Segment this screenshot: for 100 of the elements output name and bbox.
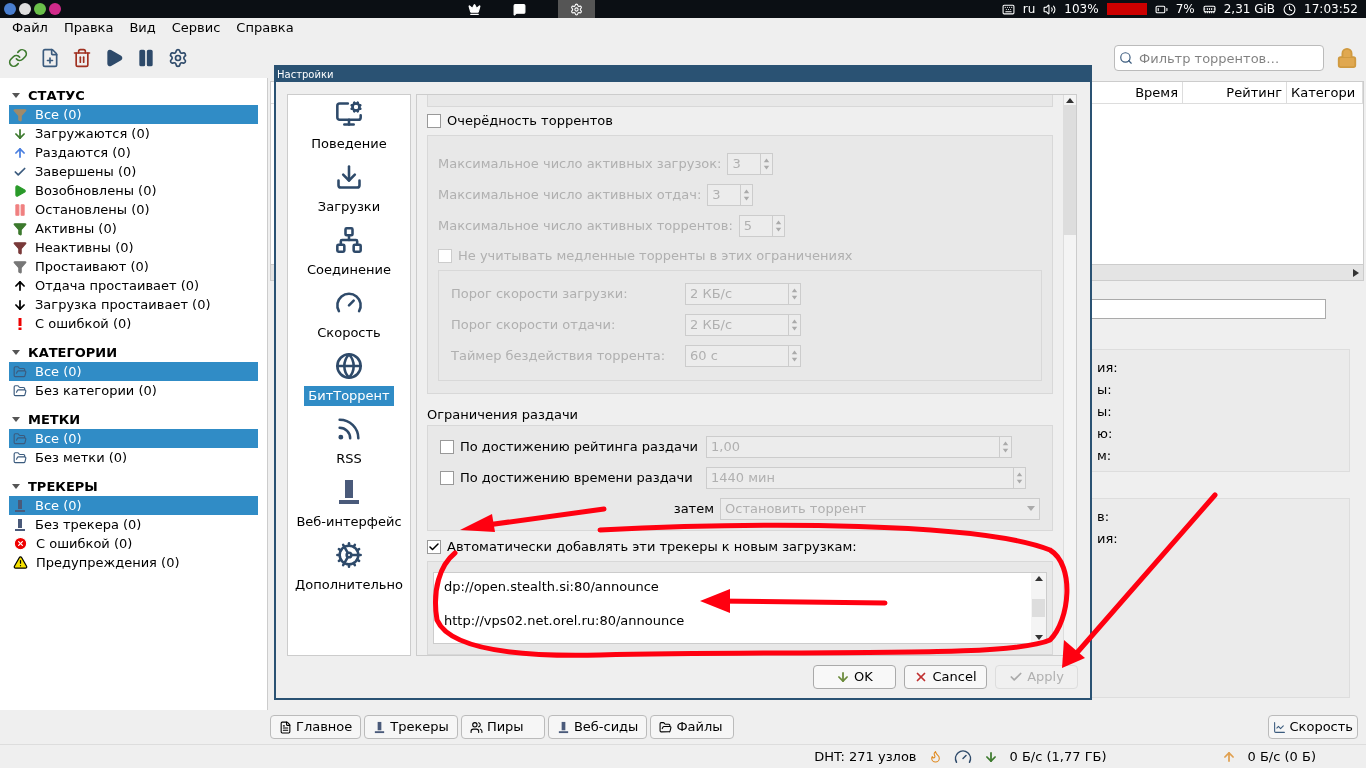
tracker-icon bbox=[13, 517, 27, 532]
gauge-icon[interactable] bbox=[953, 747, 972, 766]
category-item[interactable]: Дополнительно bbox=[288, 541, 410, 604]
sidebar-item[interactable]: Простаивают (0) bbox=[9, 257, 258, 276]
search-icon bbox=[1119, 51, 1133, 65]
section-title: СТАТУС bbox=[28, 86, 85, 105]
filter-icon bbox=[13, 221, 27, 236]
gear-icon[interactable] bbox=[569, 2, 583, 16]
filter-icon bbox=[13, 107, 27, 122]
checkbox[interactable] bbox=[427, 539, 441, 554]
pause-icon bbox=[13, 202, 27, 217]
checkbox[interactable] bbox=[427, 114, 441, 129]
menu-item[interactable]: Сервис bbox=[171, 18, 221, 38]
sidebar-item[interactable]: Остановлены (0) bbox=[9, 200, 258, 219]
scrollbar-thumb[interactable] bbox=[1064, 105, 1076, 235]
caret-down-icon[interactable] bbox=[12, 91, 20, 100]
caret-down-icon[interactable] bbox=[12, 348, 20, 357]
people-icon bbox=[469, 720, 483, 734]
folder-icon bbox=[13, 364, 27, 379]
app-launcher-icon[interactable] bbox=[34, 3, 46, 15]
sidebar-item[interactable]: Активны (0) bbox=[9, 219, 258, 238]
checkbox[interactable] bbox=[438, 248, 452, 263]
sidebar-item[interactable]: Все (0) bbox=[9, 496, 258, 515]
section-title: МЕТКИ bbox=[28, 410, 81, 429]
scroll-up-icon[interactable] bbox=[1066, 98, 1074, 103]
sidebar-item[interactable]: Загрузка простаивает (0) bbox=[9, 295, 258, 314]
sidebar-item[interactable]: Все (0) bbox=[9, 105, 258, 124]
sidebar-item[interactable]: Без трекера (0) bbox=[9, 515, 258, 534]
bottom-tab[interactable]: Пиры bbox=[460, 715, 545, 739]
field-label: ы: bbox=[1097, 381, 1113, 397]
folder-icon bbox=[13, 383, 27, 398]
section-title: Ограничения раздачи bbox=[427, 405, 580, 424]
checkbox-label: Автоматически добавлять эти трекеры к новым загрузкам: bbox=[447, 538, 857, 557]
scroll-right-icon[interactable] bbox=[1353, 268, 1359, 277]
keyboard-layout[interactable]: ru bbox=[1022, 0, 1036, 18]
category-item[interactable]: Загрузки bbox=[288, 163, 410, 226]
scroll-down-icon[interactable] bbox=[1034, 635, 1043, 640]
sidebar-item[interactable]: Все (0) bbox=[9, 429, 258, 448]
memory-usage[interactable]: 2,31 GiB bbox=[1223, 0, 1276, 18]
checkbox-label: Очерёдность торрентов bbox=[447, 112, 613, 131]
crown-icon[interactable] bbox=[467, 2, 481, 16]
sidebar-item[interactable]: Загружаются (0) bbox=[9, 124, 258, 143]
category-item[interactable]: БитТоррент bbox=[288, 352, 410, 415]
pause-icon[interactable] bbox=[136, 48, 156, 68]
sidebar-item[interactable]: Предупреждения (0) bbox=[9, 553, 258, 572]
sidebar-item[interactable]: Раздаются (0) bbox=[9, 143, 258, 162]
menu-item[interactable]: Вид bbox=[129, 18, 156, 38]
bottom-tab[interactable]: Трекеры bbox=[364, 715, 458, 739]
speed-button[interactable]: Скорость bbox=[1267, 715, 1358, 739]
column-header[interactable]: Рейтинг bbox=[1183, 82, 1287, 103]
menu-item[interactable]: Правка bbox=[63, 18, 114, 38]
sidebar-item[interactable]: Возобновлены (0) bbox=[9, 181, 258, 200]
bottom-tab[interactable]: Главное bbox=[270, 715, 362, 739]
scroll-up-icon[interactable] bbox=[1034, 576, 1043, 581]
chat-icon[interactable] bbox=[512, 2, 526, 16]
dialog-button[interactable]: Cancel bbox=[904, 665, 987, 689]
search-field[interactable]: Фильтр торрентов… bbox=[1114, 45, 1324, 71]
volume-level[interactable]: 103% bbox=[1064, 0, 1099, 18]
battery-level[interactable]: 7% bbox=[1175, 0, 1195, 18]
vertical-scrollbar[interactable] bbox=[1031, 573, 1046, 643]
sidebar-item[interactable]: Без категории (0) bbox=[9, 381, 258, 400]
sidebar-item[interactable]: Неактивны (0) bbox=[9, 238, 258, 257]
sidebar-item[interactable]: Отдача простаивает (0) bbox=[9, 276, 258, 295]
tracker-icon bbox=[373, 720, 387, 734]
warning-icon bbox=[13, 555, 28, 570]
menu-item[interactable]: Справка bbox=[236, 18, 294, 38]
field-label: Максимальное число активных загрузок: bbox=[438, 155, 722, 174]
category-item[interactable]: RSS bbox=[288, 415, 410, 478]
volume-meter-icon bbox=[1106, 3, 1147, 15]
column-header[interactable]: Категори bbox=[1287, 82, 1363, 103]
category-item[interactable]: Веб-интерфейс bbox=[288, 478, 410, 541]
app-launcher-icon[interactable] bbox=[19, 3, 31, 15]
category-item[interactable]: Поведение bbox=[288, 100, 410, 163]
clock-icon bbox=[1283, 2, 1297, 16]
settings-icon[interactable] bbox=[168, 48, 188, 68]
sidebar-item[interactable]: Завершены (0) bbox=[9, 162, 258, 181]
category-item[interactable]: Скорость bbox=[288, 289, 410, 352]
checkbox[interactable] bbox=[440, 439, 454, 454]
caret-down-icon[interactable] bbox=[12, 482, 20, 491]
play-icon[interactable] bbox=[104, 48, 124, 68]
clock[interactable]: 17:03:52 bbox=[1304, 0, 1358, 18]
tracker-list-field[interactable]: dp://open.stealth.si:80/announce http://vps02.net.orel.ru:80/announce bbox=[433, 572, 1047, 644]
add-file-icon[interactable] bbox=[40, 48, 60, 68]
tracker-url: dp://open.stealth.si:80/announce bbox=[444, 578, 660, 596]
field-label: м: bbox=[1097, 447, 1113, 463]
menu-item[interactable]: Файл bbox=[12, 18, 48, 38]
sidebar-item[interactable]: Все (0) bbox=[9, 362, 258, 381]
scrollbar-thumb[interactable] bbox=[1032, 599, 1045, 617]
add-link-icon[interactable] bbox=[8, 48, 28, 68]
dialog-button[interactable]: OK bbox=[813, 665, 896, 689]
network-icon bbox=[335, 226, 363, 254]
sidebar-item[interactable]: С ошибкой (0) bbox=[9, 314, 258, 333]
sidebar-item[interactable]: Без метки (0) bbox=[9, 448, 258, 467]
caret-down-icon[interactable] bbox=[12, 415, 20, 424]
checkbox[interactable] bbox=[440, 470, 454, 485]
category-item[interactable]: Соединение bbox=[288, 226, 410, 289]
sidebar-item[interactable]: С ошибкой (0) bbox=[9, 534, 258, 553]
bottom-tab[interactable]: Веб-сиды bbox=[547, 715, 648, 739]
delete-icon[interactable] bbox=[72, 48, 92, 68]
bottom-tab[interactable]: Файлы bbox=[650, 715, 735, 739]
